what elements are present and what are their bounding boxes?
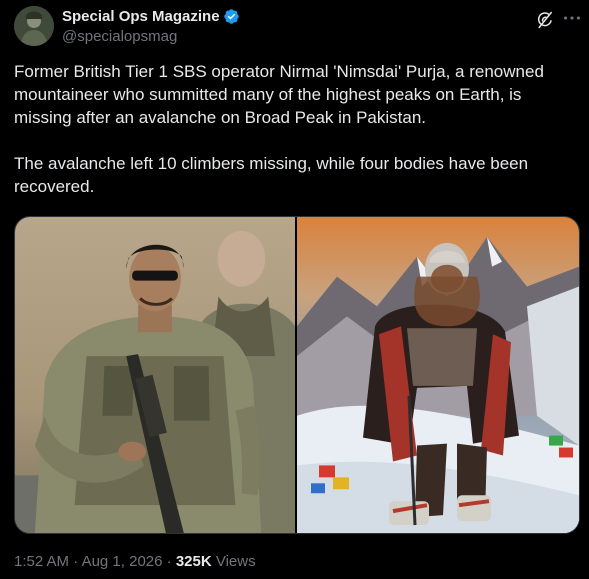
name-row: Special Ops Magazine [62, 8, 240, 25]
tweet-paragraph: The avalanche left 10 climbers missing, … [14, 154, 529, 196]
tweet-paragraph: Former British Tier 1 SBS operator Nirma… [14, 62, 544, 127]
views-label: Views [215, 553, 256, 570]
media-grid [14, 216, 580, 534]
tweet-header: Special Ops Magazine @specialopsmag [14, 6, 580, 48]
tweet-text: Former British Tier 1 SBS operator Nirma… [14, 60, 580, 198]
handle[interactable]: @specialopsmag [62, 28, 177, 45]
meta-separator: · [166, 553, 172, 570]
grok-icon[interactable] [535, 10, 555, 30]
avatar[interactable] [14, 6, 54, 46]
meta-separator: · [73, 553, 79, 570]
more-options-icon[interactable] [561, 7, 583, 29]
photo-soldier-with-rifle[interactable] [15, 217, 297, 533]
photo-climber-on-summit[interactable] [297, 217, 579, 533]
verified-badge-icon[interactable] [223, 8, 240, 25]
timestamp-date[interactable]: Aug 1, 2026 [82, 553, 163, 570]
timestamp-time[interactable]: 1:52 AM [14, 553, 69, 570]
tweet-meta: 1:52 AM · Aug 1, 2026 · 325K Views [14, 553, 256, 570]
views-count: 325K [175, 553, 212, 570]
display-name[interactable]: Special Ops Magazine [62, 8, 220, 25]
